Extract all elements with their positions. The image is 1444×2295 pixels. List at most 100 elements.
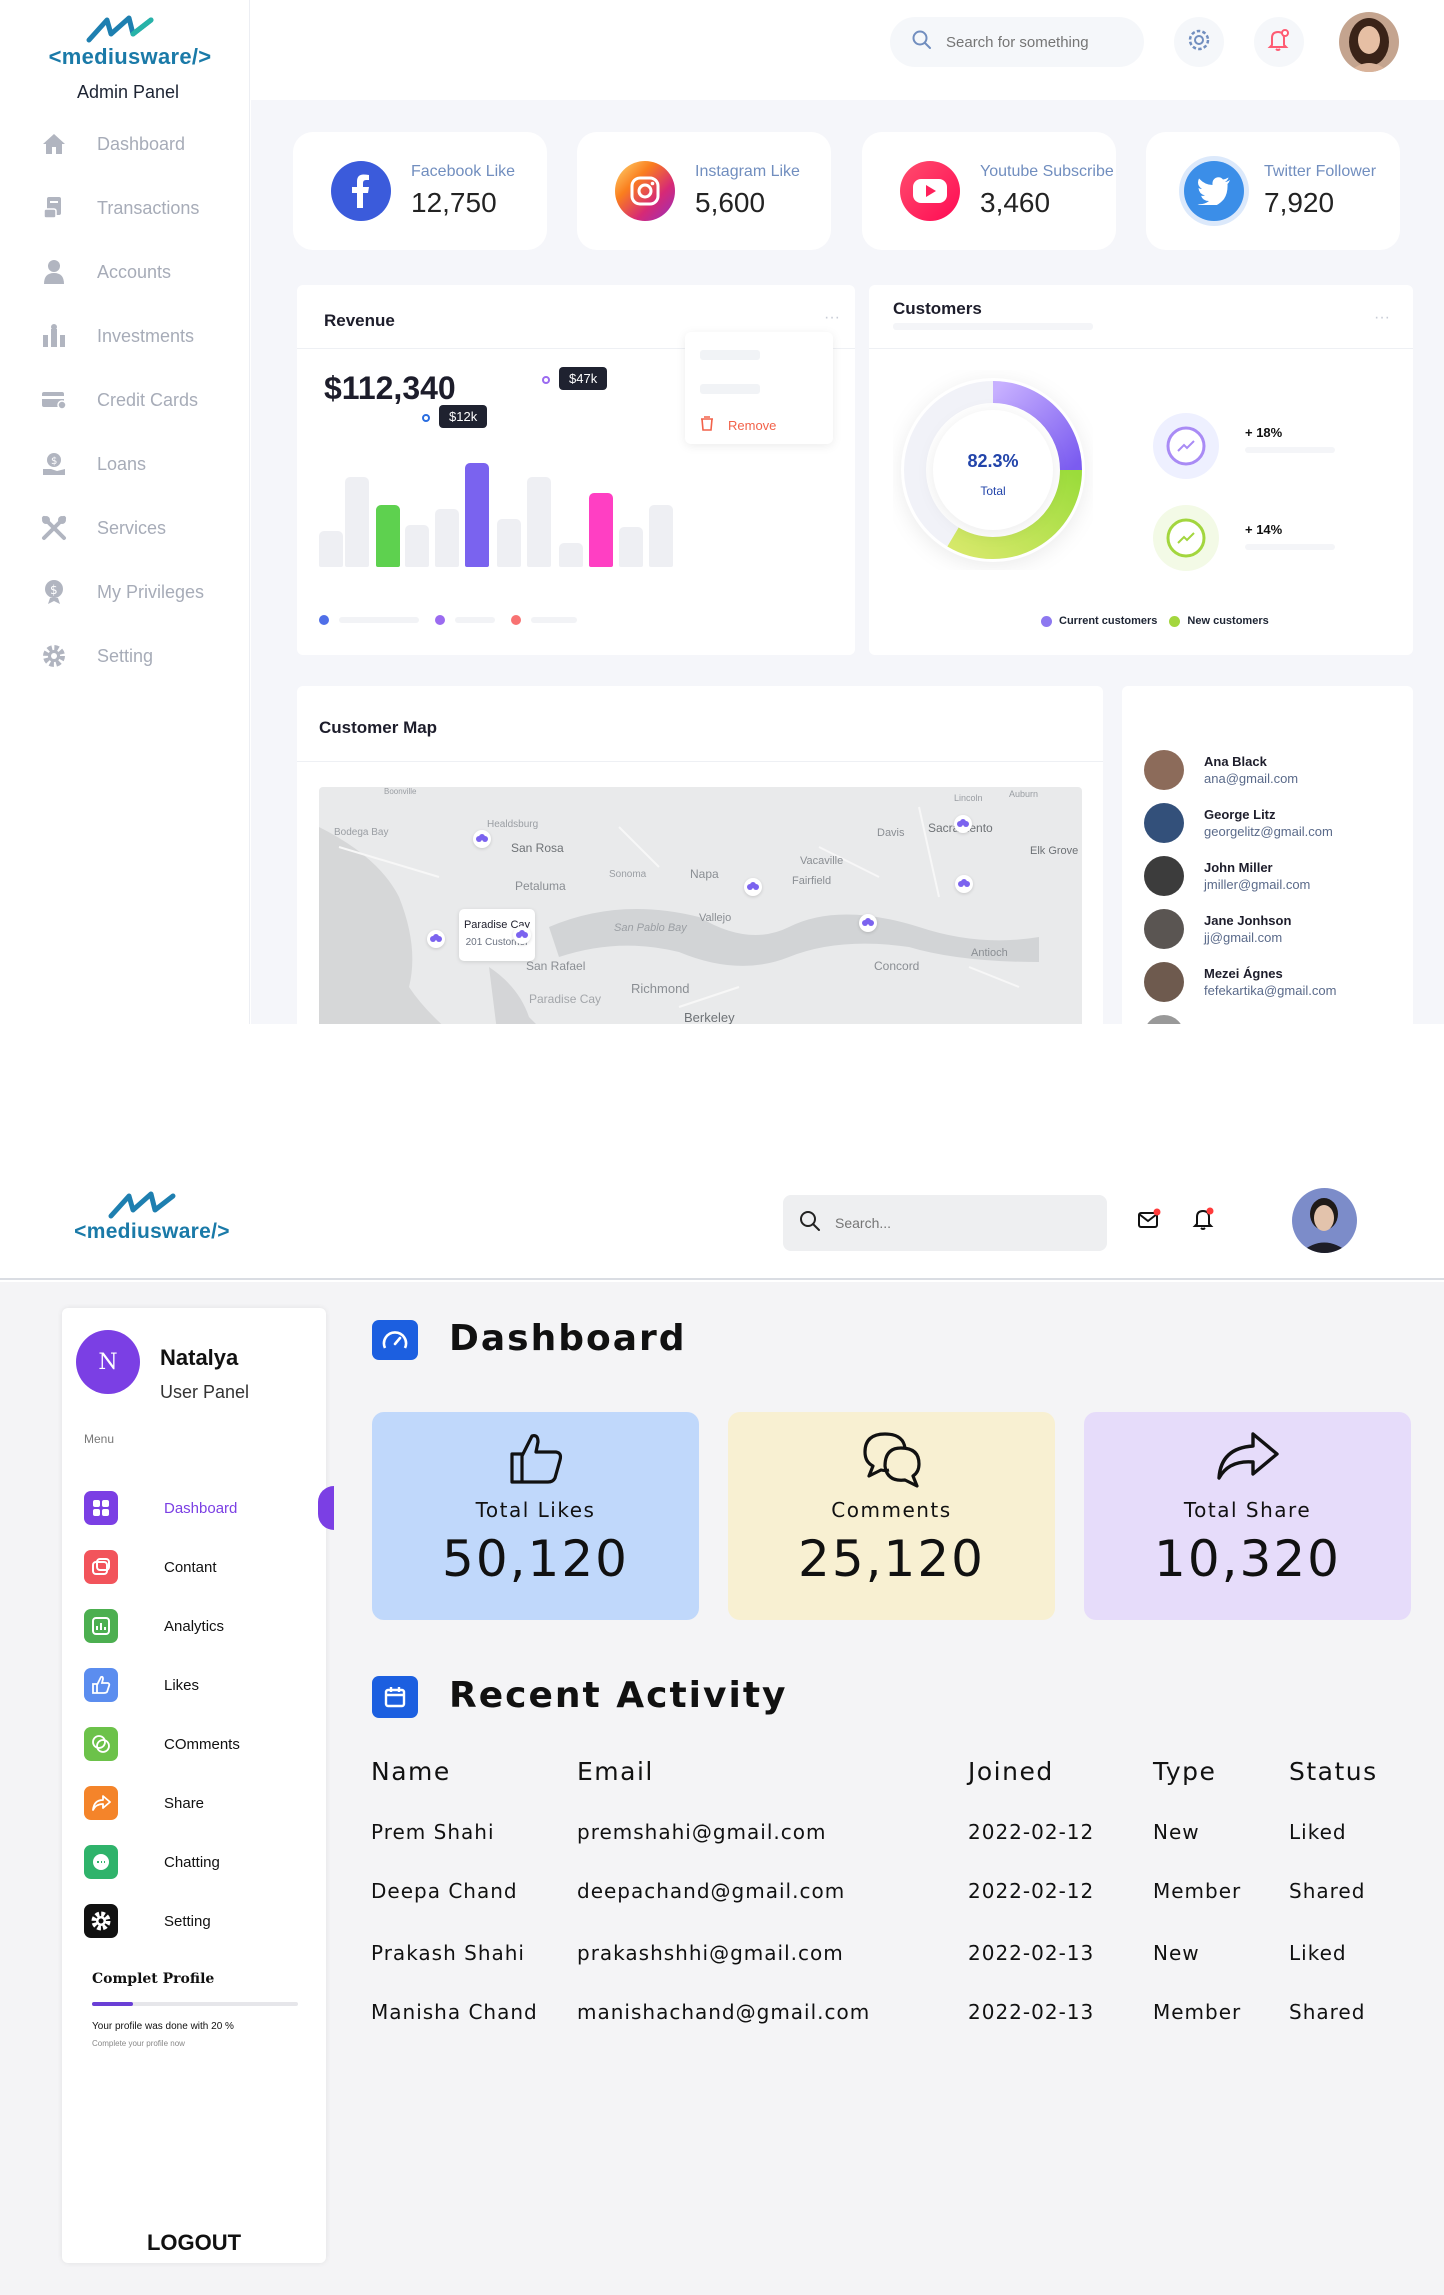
sidebar-item-dashboard[interactable]: Dashboard [84, 1491, 284, 1525]
revenue-bar[interactable] [649, 505, 673, 567]
sidebar-item-label: Chatting [164, 1853, 220, 1871]
user-logo[interactable]: <mediusware/> [62, 1190, 242, 1244]
sidebar-item-loans[interactable]: $ Loans [40, 444, 240, 484]
remove-menu-item[interactable]: Remove [700, 415, 776, 436]
divider [297, 761, 1103, 762]
menu-item-faded[interactable] [700, 350, 760, 360]
trend-up-icon [1166, 426, 1206, 466]
revenue-bar[interactable] [405, 525, 429, 567]
contact-name: John Miller [1204, 860, 1273, 875]
revenue-legend [319, 615, 577, 625]
map-place: Petaluma [515, 879, 566, 893]
profile-hint: Complete your profile now [92, 2039, 185, 2048]
sidebar-item-label: Loans [97, 453, 147, 474]
user-search[interactable] [783, 1195, 1107, 1251]
revenue-bar[interactable] [345, 477, 369, 567]
more-icon[interactable]: ··· [824, 309, 840, 327]
sidebar-item-accounts[interactable]: Accounts [40, 252, 240, 292]
revenue-bar[interactable] [319, 531, 343, 567]
admin-search[interactable] [890, 17, 1144, 67]
map-pin[interactable] [427, 930, 445, 948]
avatar[interactable] [1292, 1188, 1357, 1253]
revenue-bar[interactable] [497, 519, 521, 567]
revenue-bar[interactable] [465, 463, 489, 567]
profile-avatar[interactable]: N [76, 1330, 140, 1394]
stat-title: Youtube Subscribe [980, 163, 1114, 180]
sidebar-item-analytics[interactable]: Analytics [84, 1609, 284, 1643]
contact-item[interactable]: Katona Beatrix [1144, 1013, 1384, 1024]
map-pin[interactable] [955, 875, 973, 893]
sidebar-item-credit-cards[interactable]: Credit Cards [40, 380, 240, 420]
sidebar-item-chatting[interactable]: Chatting [84, 1845, 284, 1879]
active-indicator [318, 1486, 334, 1530]
contact-item[interactable]: John Miller jmiller@gmail.com [1144, 854, 1384, 898]
mail-button[interactable] [1137, 1208, 1161, 1235]
sidebar-item-likes[interactable]: Likes [84, 1668, 284, 1702]
sidebar-item-label: My Privileges [97, 581, 205, 602]
sidebar-item-comments[interactable]: COmments [84, 1727, 284, 1761]
settings-button[interactable] [1174, 17, 1224, 67]
notifications-button[interactable] [1192, 1206, 1216, 1237]
table-cell: Member [1153, 1879, 1242, 1903]
sidebar-item-services[interactable]: Services [40, 508, 240, 548]
avatar [1144, 909, 1184, 949]
map-pin[interactable] [513, 926, 531, 944]
revenue-bar[interactable] [527, 477, 551, 567]
sidebar-item-privileges[interactable]: $ My Privileges [40, 572, 240, 612]
more-icon[interactable]: ··· [1374, 309, 1390, 327]
map-pin[interactable] [954, 815, 972, 833]
user-icon [40, 258, 68, 286]
avatar[interactable] [1339, 12, 1399, 72]
table-cell: New [1153, 1820, 1200, 1844]
legend-placeholder [455, 617, 495, 623]
menu-item-faded[interactable] [700, 384, 760, 394]
legend-label: Current customers [1059, 615, 1158, 627]
sidebar-item-setting[interactable]: Setting [40, 636, 240, 676]
notifications-button[interactable] [1254, 17, 1304, 67]
map-place: Concord [874, 959, 920, 973]
sidebar-item-setting[interactable]: Setting [84, 1904, 284, 1938]
map-pin[interactable] [859, 914, 877, 932]
stat-card-comments: Comments 25,120 [728, 1412, 1055, 1620]
map-view[interactable]: Bodega Bay Boonville Healdsburg San Rosa… [319, 787, 1082, 1024]
stat-value: 7,920 [1264, 187, 1335, 218]
chat-icon [84, 1845, 118, 1879]
search-input[interactable] [946, 33, 1126, 51]
search-input[interactable] [835, 1215, 1085, 1231]
contact-item[interactable]: Mezei Ágnes fefekartika@gmail.com [1144, 960, 1384, 1004]
sidebar-item-share[interactable]: Share [84, 1786, 284, 1820]
map-pin[interactable] [473, 830, 491, 848]
contact-item[interactable]: George Litz georgelitz@gmail.com [1144, 801, 1384, 845]
legend-dot [319, 615, 329, 625]
sidebar-item-dashboard[interactable]: Dashboard [40, 124, 240, 164]
admin-panel: <mediusware/> Admin Panel Dashboard Tran… [0, 0, 1444, 1024]
sidebar-item-contant[interactable]: Contant [84, 1550, 284, 1584]
contact-name: Mezei Ágnes [1204, 966, 1283, 981]
map-place: Berkeley [684, 1010, 735, 1024]
stat-card-youtube: Youtube Subscribe 3,460 [862, 132, 1116, 250]
sidebar-item-label: Setting [164, 1912, 211, 1930]
table-cell: Manisha Chand [371, 2000, 538, 2024]
map-place: Paradise Cay [529, 992, 602, 1006]
revenue-bar[interactable] [619, 527, 643, 567]
customers-card: Customers ··· 82.3% Total + 18% + 14% Cu… [869, 285, 1413, 655]
revenue-bar[interactable] [589, 493, 613, 567]
map-pin[interactable] [744, 878, 762, 896]
stat-card-twitter: Twitter Follower 7,920 [1146, 132, 1400, 250]
sidebar-item-transactions[interactable]: Transactions [40, 188, 240, 228]
gear-icon [1186, 27, 1212, 58]
logout-button[interactable]: LOGOUT [62, 2230, 326, 2256]
legend-dot [1041, 615, 1052, 627]
revenue-bar[interactable] [559, 543, 583, 567]
contact-item[interactable]: Ana Black ana@gmail.com [1144, 748, 1384, 792]
avatar [1144, 1015, 1184, 1024]
home-icon [40, 130, 68, 158]
contact-item[interactable]: Jane Jonhson jj@gmail.com [1144, 907, 1384, 951]
revenue-bar[interactable] [435, 509, 459, 567]
investments-icon [40, 322, 68, 350]
sidebar-item-investments[interactable]: Investments [40, 316, 240, 356]
admin-logo[interactable]: <mediusware/> [20, 14, 240, 70]
share-icon [1084, 1430, 1411, 1490]
revenue-bar[interactable] [376, 505, 400, 567]
calendar-icon [372, 1676, 418, 1718]
